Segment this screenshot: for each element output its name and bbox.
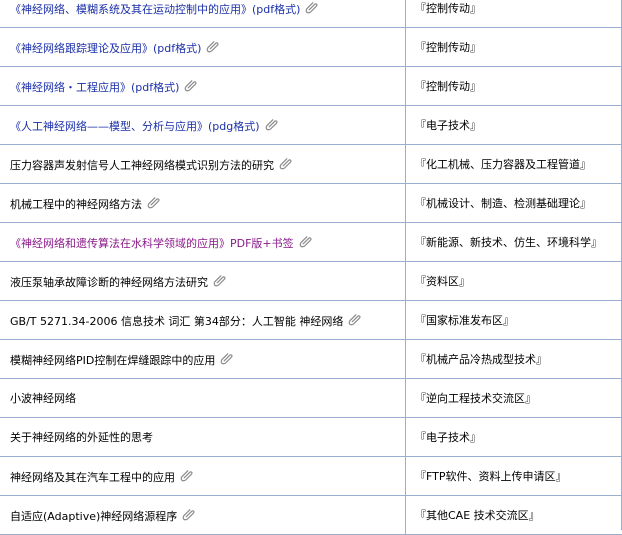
table-row: 神经网络及其在汽车工程中的应用 『FTP软件、资料上传申请区』 — [0, 457, 622, 496]
paperclip-icon — [182, 507, 196, 521]
thread-title-cell: 关于神经网络的外延性的思考 — [0, 418, 406, 457]
forum-link[interactable]: 『国家标准发布区』 — [415, 314, 514, 327]
thread-list: 《神经网络、模糊系统及其在运动控制中的应用》(pdf格式)『控制传动』《神经网络… — [0, 0, 622, 535]
thread-title-link[interactable]: 机械工程中的神经网络方法 — [10, 198, 142, 211]
paperclip-icon — [265, 117, 279, 131]
paperclip-icon — [348, 312, 362, 326]
thread-title-link[interactable]: 压力容器声发射信号人工神经网络模式识别方法的研究 — [10, 159, 274, 172]
thread-title-cell: 神经网络及其在汽车工程中的应用 — [0, 457, 406, 496]
forum-link[interactable]: 『FTP软件、资料上传申请区』 — [415, 470, 567, 483]
paperclip-icon — [147, 195, 161, 209]
forum-name-cell: 『控制传动』 — [406, 0, 622, 28]
forum-link[interactable]: 『控制传动』 — [415, 80, 481, 93]
paperclip-icon — [184, 78, 198, 92]
table-row: 《人工神经网络——模型、分析与应用》(pdg格式) 『电子技术』 — [0, 106, 622, 145]
forum-name-cell: 『逆向工程技术交流区』 — [406, 379, 622, 418]
table-row: 《神经网络和遗传算法在水科学领域的应用》PDF版+书签 『新能源、新技术、仿生、环… — [0, 223, 622, 262]
table-row: 液压泵轴承故障诊断的神经网络方法研究 『资料区』 — [0, 262, 622, 301]
paperclip-icon — [206, 39, 220, 53]
thread-title-cell: 《人工神经网络——模型、分析与应用》(pdg格式) — [0, 106, 406, 145]
forum-link[interactable]: 『控制传动』 — [415, 41, 481, 54]
thread-title-cell: 《神经网络和遗传算法在水科学领域的应用》PDF版+书签 — [0, 223, 406, 262]
table-row: 《神经网络・工程应用》(pdf格式) 『控制传动』 — [0, 67, 622, 106]
thread-title-link[interactable]: 《神经网络、模糊系统及其在运动控制中的应用》(pdf格式) — [10, 3, 300, 16]
paperclip-icon — [305, 0, 319, 14]
thread-title-cell: 机械工程中的神经网络方法 — [0, 184, 406, 223]
table-row: 《神经网络、模糊系统及其在运动控制中的应用》(pdf格式) 『控制传动』 — [0, 0, 622, 28]
thread-title-cell: 压力容器声发射信号人工神经网络模式识别方法的研究 — [0, 145, 406, 184]
table-row: GB/T 5271.34-2006 信息技术 词汇 第34部分：人工智能 神经网… — [0, 301, 622, 340]
thread-title-link[interactable]: 《人工神经网络——模型、分析与应用》(pdg格式) — [10, 120, 260, 133]
paperclip-icon — [180, 468, 194, 482]
forum-name-cell: 『机械产品冷热成型技术』 — [406, 340, 622, 379]
forum-name-cell: 『国家标准发布区』 — [406, 301, 622, 340]
table-row: 自适应(Adaptive)神经网络源程序 『其他CAE 技术交流区』 — [0, 496, 622, 535]
forum-name-cell: 『新能源、新技术、仿生、环境科学』 — [406, 223, 622, 262]
forum-link[interactable]: 『新能源、新技术、仿生、环境科学』 — [415, 236, 602, 249]
thread-title-link[interactable]: 液压泵轴承故障诊断的神经网络方法研究 — [10, 276, 208, 289]
paperclip-icon — [213, 273, 227, 287]
thread-title-cell: 《神经网络跟踪理论及应用》(pdf格式) — [0, 28, 406, 67]
paperclip-icon — [299, 234, 313, 248]
thread-title-cell: 模糊神经网络PID控制在焊缝跟踪中的应用 — [0, 340, 406, 379]
forum-name-cell: 『机械设计、制造、检测基础理论』 — [406, 184, 622, 223]
forum-link[interactable]: 『机械产品冷热成型技术』 — [415, 353, 547, 366]
forum-name-cell: 『FTP软件、资料上传申请区』 — [406, 457, 622, 496]
thread-title-link[interactable]: 神经网络及其在汽车工程中的应用 — [10, 471, 175, 484]
thread-title-link[interactable]: 自适应(Adaptive)神经网络源程序 — [10, 510, 177, 523]
thread-title-link[interactable]: 《神经网络・工程应用》(pdf格式) — [10, 81, 179, 94]
forum-name-cell: 『其他CAE 技术交流区』 — [406, 496, 622, 535]
thread-title-cell: 液压泵轴承故障诊断的神经网络方法研究 — [0, 262, 406, 301]
thread-title-link[interactable]: GB/T 5271.34-2006 信息技术 词汇 第34部分：人工智能 神经网… — [10, 315, 343, 328]
forum-link[interactable]: 『机械设计、制造、检测基础理论』 — [415, 197, 591, 210]
table-row: 《神经网络跟踪理论及应用》(pdf格式) 『控制传动』 — [0, 28, 622, 67]
forum-link[interactable]: 『电子技术』 — [415, 431, 481, 444]
paperclip-icon — [279, 156, 293, 170]
forum-name-cell: 『资料区』 — [406, 262, 622, 301]
thread-title-link[interactable]: 模糊神经网络PID控制在焊缝跟踪中的应用 — [10, 354, 215, 367]
table-row: 机械工程中的神经网络方法 『机械设计、制造、检测基础理论』 — [0, 184, 622, 223]
forum-link[interactable]: 『资料区』 — [415, 275, 470, 288]
forum-name-cell: 『电子技术』 — [406, 418, 622, 457]
table-row: 关于神经网络的外延性的思考 『电子技术』 — [0, 418, 622, 457]
forum-name-cell: 『控制传动』 — [406, 28, 622, 67]
table-row: 小波神经网络 『逆向工程技术交流区』 — [0, 379, 622, 418]
thread-title-link[interactable]: 关于神经网络的外延性的思考 — [10, 431, 153, 444]
thread-title-link[interactable]: 《神经网络跟踪理论及应用》(pdf格式) — [10, 42, 201, 55]
forum-link[interactable]: 『逆向工程技术交流区』 — [415, 392, 536, 405]
forum-link[interactable]: 『电子技术』 — [415, 119, 481, 132]
forum-name-cell: 『控制传动』 — [406, 67, 622, 106]
table-row: 压力容器声发射信号人工神经网络模式识别方法的研究 『化工机械、压力容器及工程管道』 — [0, 145, 622, 184]
thread-title-cell: 《神经网络・工程应用》(pdf格式) — [0, 67, 406, 106]
thread-title-link[interactable]: 小波神经网络 — [10, 392, 76, 405]
paperclip-icon — [220, 351, 234, 365]
forum-link[interactable]: 『其他CAE 技术交流区』 — [415, 509, 540, 522]
thread-title-cell: 小波神经网络 — [0, 379, 406, 418]
thread-title-link[interactable]: 《神经网络和遗传算法在水科学领域的应用》PDF版+书签 — [10, 237, 294, 250]
forum-name-cell: 『电子技术』 — [406, 106, 622, 145]
forum-link[interactable]: 『化工机械、压力容器及工程管道』 — [415, 158, 591, 171]
thread-title-cell: 自适应(Adaptive)神经网络源程序 — [0, 496, 406, 535]
thread-title-cell: 《神经网络、模糊系统及其在运动控制中的应用》(pdf格式) — [0, 0, 406, 28]
forum-link[interactable]: 『控制传动』 — [415, 2, 481, 15]
table-row: 模糊神经网络PID控制在焊缝跟踪中的应用 『机械产品冷热成型技术』 — [0, 340, 622, 379]
thread-title-cell: GB/T 5271.34-2006 信息技术 词汇 第34部分：人工智能 神经网… — [0, 301, 406, 340]
forum-name-cell: 『化工机械、压力容器及工程管道』 — [406, 145, 622, 184]
